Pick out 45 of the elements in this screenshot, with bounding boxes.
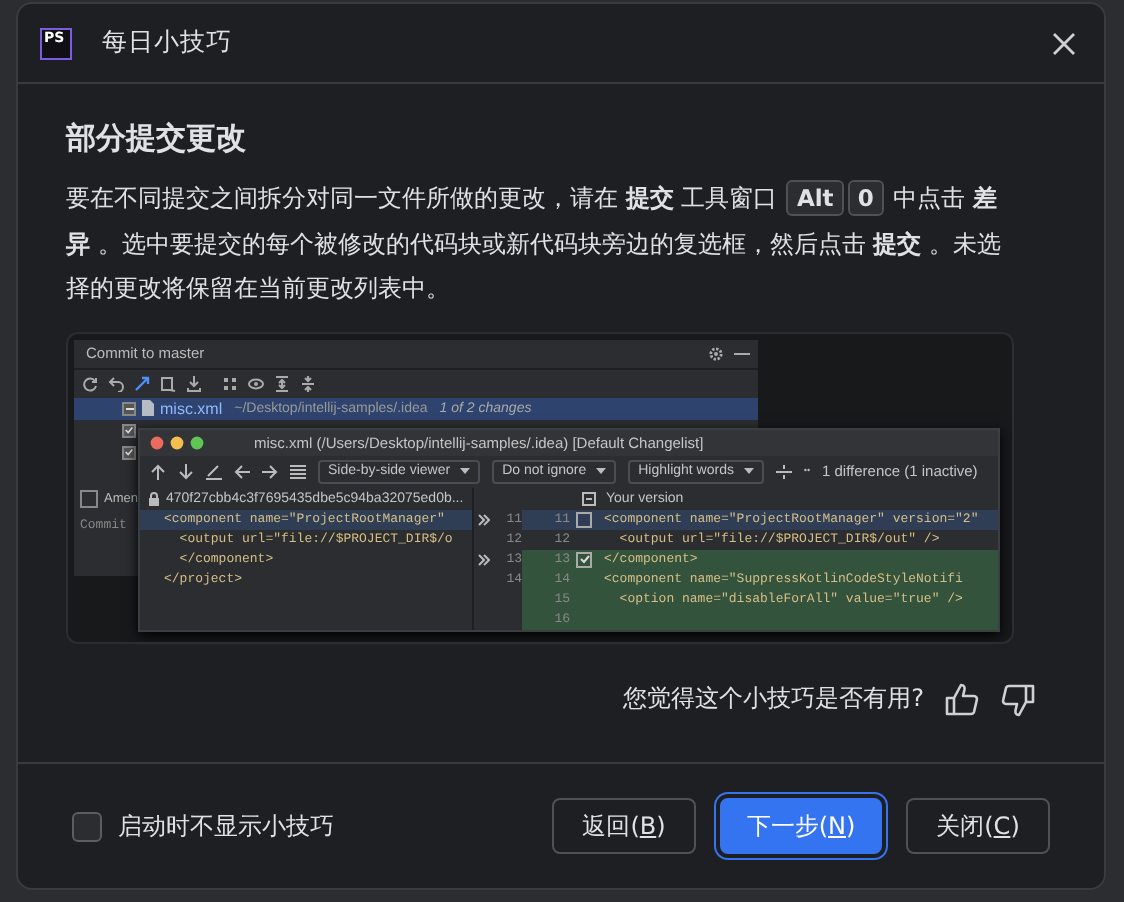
tip-heading: 部分提交更改 bbox=[66, 120, 248, 158]
keyboard-key: 0 bbox=[847, 180, 884, 216]
gear-icon[interactable] bbox=[708, 345, 724, 361]
dont-show-checkbox[interactable] bbox=[72, 811, 102, 841]
close-icon[interactable] bbox=[1052, 31, 1076, 55]
feedback-question: 您觉得这个小技巧是否有用? bbox=[623, 682, 924, 716]
up-arrow-icon[interactable] bbox=[150, 463, 166, 479]
dialog-button[interactable]: 关闭(C) bbox=[906, 798, 1050, 854]
file-checkbox[interactable] bbox=[122, 445, 136, 459]
keyboard-key: Alt bbox=[786, 180, 844, 216]
dialog-button[interactable]: 下一步(N) bbox=[720, 798, 882, 854]
pencil-icon[interactable] bbox=[206, 463, 222, 479]
file-icon bbox=[142, 400, 154, 416]
amend-checkbox[interactable] bbox=[80, 490, 98, 508]
refresh-icon[interactable] bbox=[82, 375, 98, 391]
group-icon[interactable] bbox=[222, 375, 238, 391]
chevron-double-icon[interactable] bbox=[478, 553, 490, 565]
collapse-all-icon[interactable] bbox=[300, 375, 316, 391]
chunk-checkbox[interactable] bbox=[576, 511, 592, 527]
collapse-icon[interactable] bbox=[582, 491, 596, 505]
undo-icon[interactable] bbox=[108, 375, 124, 391]
lock-icon bbox=[148, 491, 160, 505]
thumbs-up-icon[interactable] bbox=[944, 681, 980, 717]
right-arrow-icon[interactable] bbox=[262, 463, 278, 479]
eye-icon[interactable] bbox=[248, 375, 264, 391]
dont-show-label: 启动时不显示小技巧 bbox=[118, 809, 334, 843]
thumbs-down-icon[interactable] bbox=[1000, 681, 1036, 717]
file-name: misc.xml bbox=[160, 399, 223, 417]
caret-icon bbox=[460, 468, 471, 474]
down-arrow-icon[interactable] bbox=[178, 463, 194, 479]
caret-icon bbox=[596, 468, 607, 474]
expand-all-icon[interactable] bbox=[274, 375, 290, 391]
split-icon[interactable] bbox=[775, 463, 792, 479]
dialog-button[interactable]: 返回(B) bbox=[552, 798, 696, 854]
download-icon[interactable] bbox=[186, 375, 202, 391]
menu-icon[interactable] bbox=[290, 463, 306, 479]
file-checkbox[interactable] bbox=[122, 401, 136, 415]
caret-icon bbox=[743, 468, 754, 474]
chevron-double-icon[interactable] bbox=[478, 513, 490, 525]
file-checkbox[interactable] bbox=[122, 423, 136, 437]
left-arrow-icon[interactable] bbox=[234, 463, 250, 479]
chunk-checkbox[interactable] bbox=[576, 551, 592, 567]
tip-text: 要在不同提交之间拆分对同一文件所做的更改，请在 提交 工具窗口 Alt 0 中点击 差异 。选中要提交的每个被修改的代码块或新代码块旁边的复选框，然后点击 提交 。未选择的更改将保留在当前更改列表中。 bbox=[66, 178, 1003, 306]
window-controls-icon[interactable] bbox=[150, 435, 206, 449]
window-title: 每日小技巧 bbox=[102, 26, 234, 60]
